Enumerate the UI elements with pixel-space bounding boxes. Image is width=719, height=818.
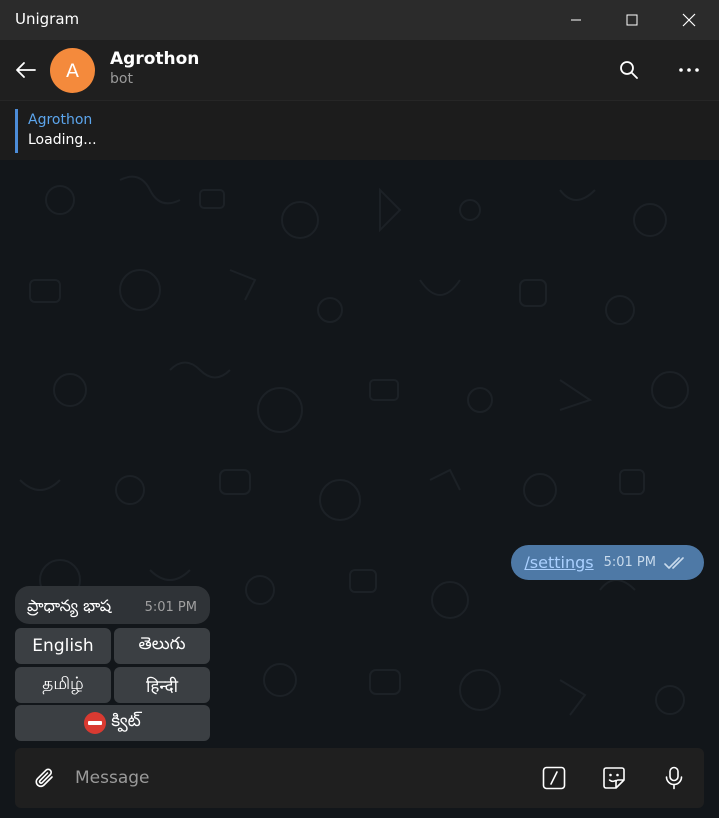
keyboard-button-tamil[interactable]: தமிழ்	[15, 667, 111, 703]
keyboard-button-quit[interactable]: క్విట్	[15, 705, 210, 741]
pinned-title: Agrothon	[28, 112, 93, 128]
command-link[interactable]: /settings	[524, 553, 593, 572]
back-button[interactable]	[10, 54, 42, 86]
message-text: ప్రాధాన్య భాష	[27, 596, 112, 615]
outgoing-message[interactable]: /settings 5:01 PM	[511, 545, 704, 580]
minimize-button[interactable]	[553, 0, 599, 40]
keyboard-button-quit-label: క్విట్	[111, 711, 141, 731]
slash-command-icon	[542, 766, 566, 790]
message-input[interactable]	[75, 766, 515, 790]
chat-name[interactable]: Agrothon	[110, 49, 199, 69]
title-bar: Unigram	[0, 0, 719, 40]
pinned-message[interactable]: Agrothon Loading...	[0, 100, 719, 161]
paperclip-icon	[35, 768, 53, 788]
keyboard-button-english[interactable]: English	[15, 628, 111, 664]
sticker-button[interactable]	[598, 762, 630, 794]
close-icon	[682, 13, 696, 27]
chat-status: bot	[110, 71, 133, 87]
read-status	[664, 556, 688, 570]
arrow-left-icon	[16, 62, 36, 78]
message-time: 5:01 PM	[144, 600, 197, 615]
app-title: Unigram	[15, 10, 80, 28]
pinned-text: Loading...	[28, 132, 97, 148]
sticker-icon	[603, 767, 625, 789]
voice-message-button[interactable]	[658, 762, 690, 794]
more-button[interactable]	[673, 54, 705, 86]
stop-sign-icon	[84, 712, 107, 734]
attach-button[interactable]	[29, 762, 61, 794]
incoming-message[interactable]: ప్రాధాన్య భాష 5:01 PM	[15, 586, 210, 624]
double-check-icon	[664, 556, 684, 569]
keyboard-button-telugu[interactable]: తెలుగు	[114, 628, 210, 664]
maximize-button[interactable]	[609, 0, 655, 40]
more-horizontal-icon	[679, 68, 699, 72]
search-icon	[620, 61, 638, 79]
message-composer	[15, 748, 704, 808]
microphone-icon	[665, 766, 683, 790]
pinned-accent-bar	[15, 109, 18, 153]
avatar-letter: A	[66, 59, 79, 82]
chat-area[interactable]: /settings 5:01 PM ప్రాధాన్య భాష 5:01 PM …	[0, 160, 719, 818]
close-button[interactable]	[666, 0, 712, 40]
chat-header: A Agrothon bot	[0, 40, 719, 100]
search-button[interactable]	[613, 54, 645, 86]
maximize-icon	[626, 14, 638, 26]
minimize-icon	[571, 19, 581, 21]
keyboard-button-hindi[interactable]: हिन्दी	[114, 667, 210, 703]
bot-commands-button[interactable]	[538, 762, 570, 794]
avatar[interactable]: A	[50, 48, 95, 93]
message-time: 5:01 PM	[603, 555, 656, 570]
